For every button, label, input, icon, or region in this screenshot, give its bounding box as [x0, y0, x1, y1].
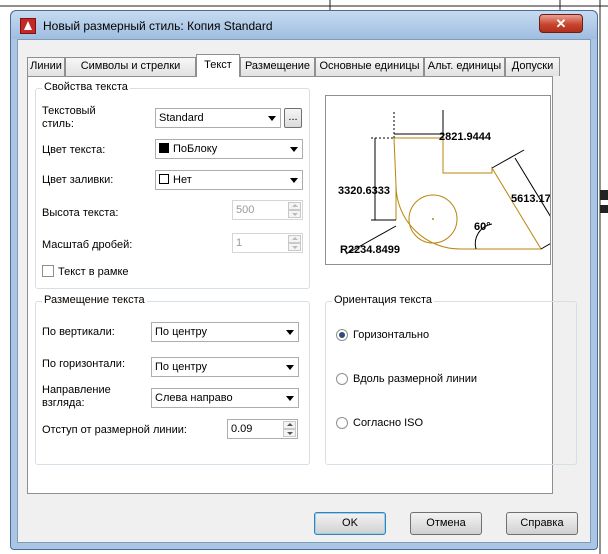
view-direction-label: Направление взгляда:: [42, 384, 111, 409]
text-placement-group: Размещение текста По вертикали: По центр…: [35, 294, 310, 465]
align-horizontal-label: Горизонтально: [353, 329, 430, 341]
cancel-button[interactable]: Отмена: [410, 512, 482, 535]
view-direction-dropdown[interactable]: Слева направо: [151, 388, 299, 408]
dim-ext-line: [540, 233, 568, 250]
text-appearance-group: Свойства текста Текстовый стиль: Standar…: [35, 81, 310, 289]
horizontal-label: По горизонтали:: [42, 358, 125, 370]
horizontal-dropdown[interactable]: По центру: [151, 357, 299, 377]
vertical-dropdown[interactable]: По центру: [151, 322, 299, 342]
chevron-down-icon: [290, 147, 298, 152]
tab-primary-units[interactable]: Основные единицы: [315, 57, 424, 76]
fraction-scale-spinner[interactable]: 1: [232, 233, 303, 253]
spin-up-icon[interactable]: [288, 235, 301, 243]
title-bar[interactable]: Новый размерный стиль: Копия Standard ✕: [11, 11, 597, 39]
fraction-scale-value: 1: [236, 237, 243, 249]
dimension-preview: 2821.9444 3320.6333 5613.1790 60° R2234.…: [325, 95, 568, 265]
text-style-browse-button[interactable]: ...: [284, 108, 302, 128]
tab-fit[interactable]: Размещение: [240, 57, 315, 76]
ok-button[interactable]: OK: [314, 512, 386, 535]
spin-down-icon[interactable]: [288, 210, 301, 218]
help-button[interactable]: Справка: [506, 512, 578, 535]
text-tab-panel: Свойства текста Текстовый стиль: Standar…: [27, 76, 577, 494]
text-height-spinner[interactable]: 500: [232, 200, 303, 220]
tab-tolerances[interactable]: Допуски: [505, 57, 560, 76]
offset-spinner[interactable]: 0.09: [227, 419, 298, 439]
dialog-body: Линии Символы и стрелки Текст Размещение…: [17, 39, 591, 543]
text-height-value: 500: [236, 204, 255, 216]
dim-left-text: 3320.6333: [338, 185, 390, 197]
offset-value: 0.09: [231, 423, 253, 435]
draw-frame-label: Текст в рамке: [58, 266, 129, 278]
text-style-value: Standard: [159, 112, 204, 124]
text-appearance-heading: Свойства текста: [42, 81, 130, 93]
draw-frame-checkbox[interactable]: [42, 265, 54, 277]
autocad-logo-icon: [20, 18, 36, 34]
horizontal-value: По центру: [155, 361, 207, 373]
dialog-window: Новый размерный стиль: Копия Standard ✕ …: [10, 10, 598, 550]
dim-right-text: 5613.1790: [511, 193, 550, 205]
dialog-title: Новый размерный стиль: Копия Standard: [43, 19, 273, 33]
offset-label: Отступ от размерной линии:: [42, 424, 187, 436]
preview-center-mark: [432, 218, 434, 220]
preview-drawing: 2821.9444 3320.6333 5613.1790 60° R2234.…: [338, 110, 568, 256]
chevron-down-icon: [290, 178, 298, 183]
spin-down-icon[interactable]: [288, 243, 301, 251]
view-direction-value: Слева направо: [155, 392, 233, 404]
spin-up-icon[interactable]: [288, 202, 301, 210]
text-style-label: Текстовый стиль:: [42, 105, 96, 130]
tab-lines[interactable]: Линии: [27, 57, 65, 76]
fraction-scale-label: Масштаб дробей:: [42, 239, 133, 251]
align-iso-label: Согласно ISO: [353, 417, 424, 429]
close-button[interactable]: ✕: [539, 14, 583, 33]
text-placement-heading: Размещение текста: [42, 294, 147, 306]
chevron-down-icon: [286, 330, 294, 335]
text-color-label: Цвет текста:: [42, 144, 106, 156]
fill-color-value: Нет: [173, 174, 192, 186]
align-dimension-line-radio[interactable]: [336, 373, 348, 385]
color-swatch-icon: [159, 143, 169, 153]
radius-text: R2234.8499: [340, 244, 400, 256]
vertical-value: По центру: [155, 326, 207, 338]
fill-color-dropdown[interactable]: Нет: [155, 170, 303, 190]
text-alignment-group: Ориентация текста Горизонтально Вдоль ра…: [325, 294, 577, 465]
text-color-dropdown[interactable]: ПоБлоку: [155, 139, 303, 159]
dim-top-text: 2821.9444: [439, 131, 492, 143]
text-color-value: ПоБлоку: [173, 143, 218, 155]
tab-text[interactable]: Текст: [196, 54, 240, 77]
chevron-down-icon: [286, 396, 294, 401]
align-horizontal-radio[interactable]: [336, 329, 348, 341]
spin-down-icon[interactable]: [283, 429, 296, 437]
tab-symbols-arrows[interactable]: Символы и стрелки: [65, 57, 196, 76]
chevron-down-icon: [268, 116, 276, 121]
spin-up-icon[interactable]: [283, 421, 296, 429]
fill-color-label: Цвет заливки:: [42, 174, 114, 186]
vertical-label: По вертикали:: [42, 326, 115, 338]
color-swatch-icon: [159, 174, 169, 184]
angle-text: 60°: [474, 221, 491, 233]
text-height-label: Высота текста:: [42, 207, 119, 219]
text-alignment-heading: Ориентация текста: [332, 294, 435, 306]
text-style-dropdown[interactable]: Standard: [155, 108, 281, 128]
chevron-down-icon: [286, 365, 294, 370]
tab-alternate-units[interactable]: Альт. единицы: [424, 57, 505, 76]
align-iso-radio[interactable]: [336, 417, 348, 429]
align-dimension-line-label: Вдоль размерной линии: [353, 373, 477, 385]
